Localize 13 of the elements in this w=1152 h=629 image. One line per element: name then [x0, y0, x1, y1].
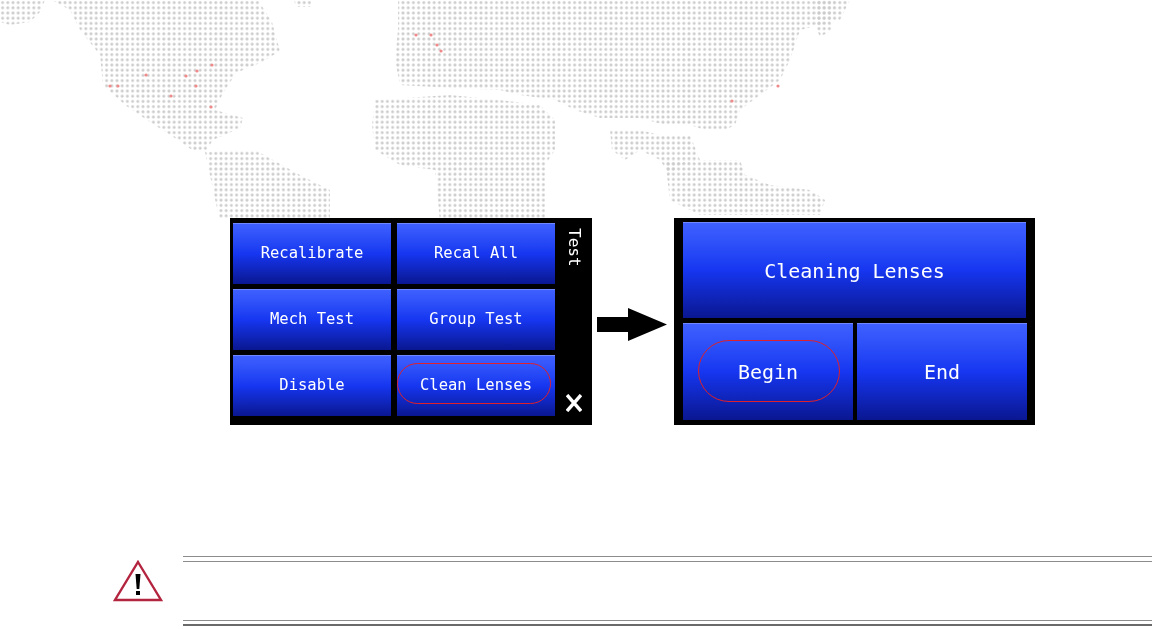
right-arrow-icon: [597, 308, 667, 341]
menu-button[interactable]: Mech Test: [233, 289, 391, 350]
menu-button[interactable]: Group Test: [397, 289, 555, 350]
close-icon[interactable]: [565, 394, 582, 412]
warning-icon: [113, 560, 163, 602]
status-banner: Cleaning Lenses: [683, 222, 1026, 318]
menu-button[interactable]: Recal All: [397, 223, 555, 284]
menu-button[interactable]: Disable: [233, 355, 391, 416]
action-button[interactable]: End: [857, 323, 1027, 420]
menu-button[interactable]: Recalibrate: [233, 223, 391, 284]
panel-title: Test: [565, 228, 582, 267]
menu-button[interactable]: Clean Lenses: [397, 355, 555, 416]
action-button[interactable]: Begin: [683, 323, 853, 420]
